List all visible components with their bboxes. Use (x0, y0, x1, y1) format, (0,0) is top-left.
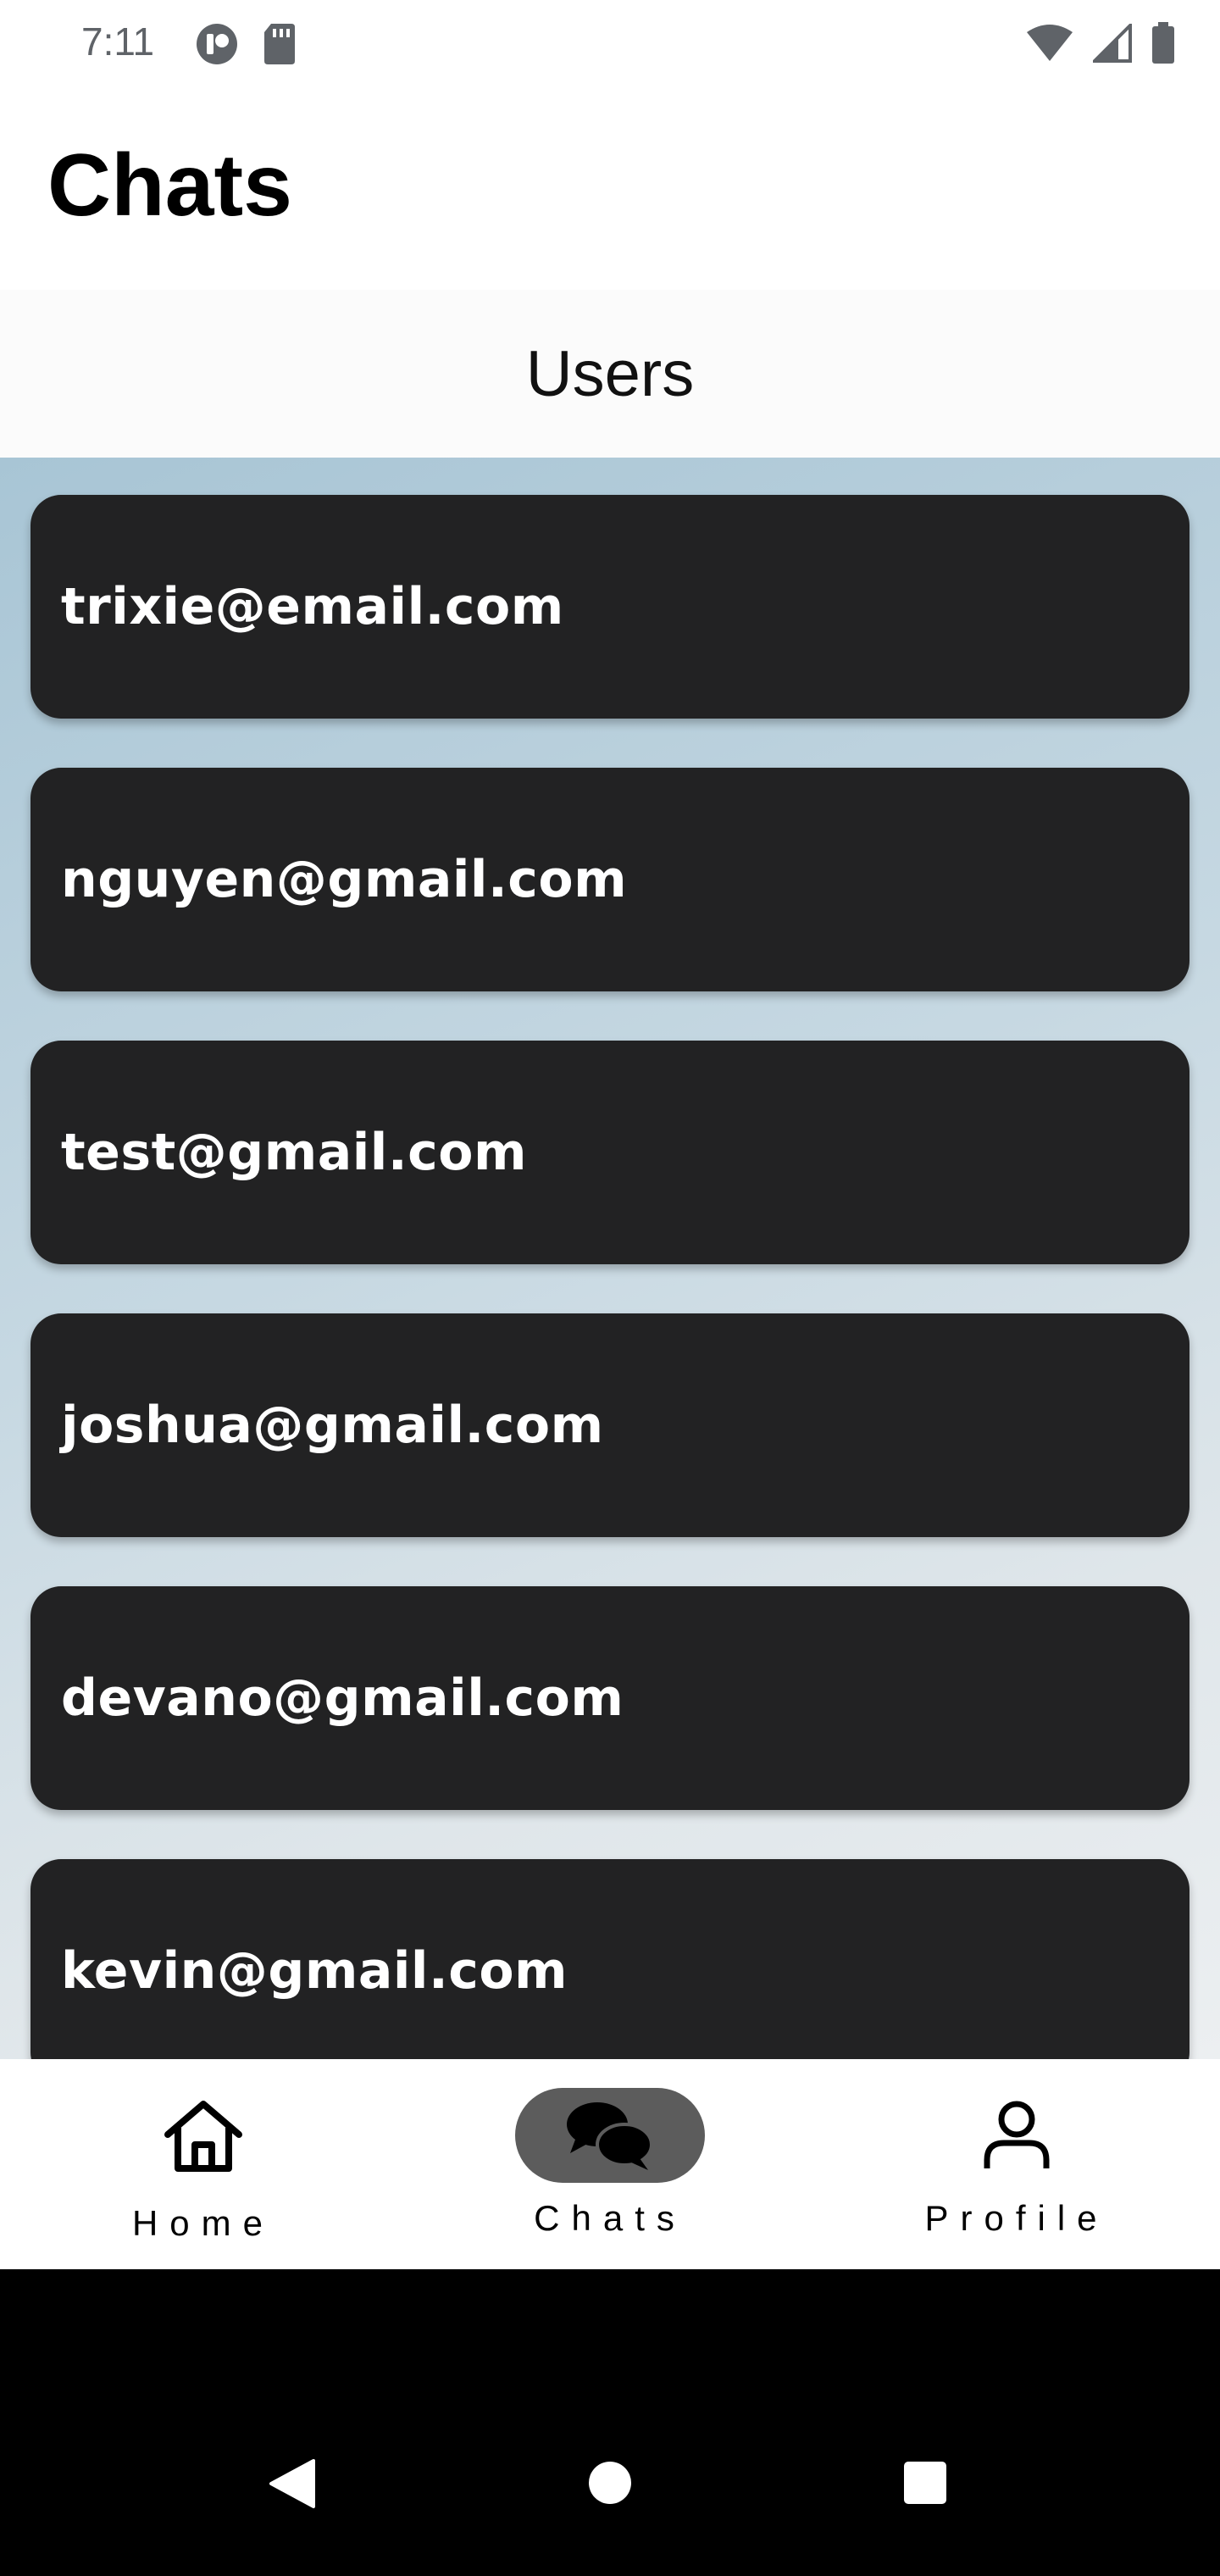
wifi-icon (1027, 25, 1073, 61)
user-email: joshua@gmail.com (61, 1396, 604, 1455)
user-email: kevin@gmail.com (61, 1941, 568, 2001)
users-header-label: Users (525, 337, 695, 410)
users-header: Users (0, 290, 1220, 458)
status-bar: 7:11 (0, 0, 1220, 85)
nav-item-profile[interactable]: Profile (813, 2059, 1220, 2269)
chats-screen: 7:11 Chats Users trixie@email.com nguyen… (0, 0, 1220, 2576)
system-navigation-bar (0, 2269, 1220, 2576)
user-email: trixie@email.com (61, 577, 564, 636)
user-email: nguyen@gmail.com (61, 850, 628, 909)
user-list-item[interactable]: trixie@email.com (30, 495, 1190, 719)
battery-icon (1152, 22, 1174, 64)
app-notification-icon (197, 24, 237, 64)
sd-card-icon (264, 24, 295, 64)
active-indicator (515, 2088, 705, 2183)
page-title: Chats (47, 136, 292, 235)
chat-bubbles-icon (567, 2102, 653, 2170)
status-time: 7:11 (81, 19, 155, 64)
home-icon (164, 2101, 242, 2172)
nav-label-chats: Chats (534, 2198, 686, 2238)
user-email: test@gmail.com (61, 1123, 527, 1182)
nav-label-home: Home (131, 2203, 275, 2243)
nav-item-chats[interactable]: Chats (407, 2059, 813, 2269)
user-list-item[interactable]: devano@gmail.com (30, 1586, 1190, 1810)
user-list-item[interactable]: nguyen@gmail.com (30, 768, 1190, 991)
user-list-item[interactable]: kevin@gmail.com (30, 1859, 1190, 2059)
user-list[interactable]: trixie@email.com nguyen@gmail.com test@g… (0, 458, 1220, 2059)
nav-item-home[interactable]: Home (0, 2059, 407, 2269)
bottom-navigation: Home Chats Profile (0, 2059, 1220, 2269)
nav-label-profile: Profile (924, 2198, 1109, 2238)
back-icon[interactable] (268, 2457, 317, 2510)
user-list-item[interactable]: joshua@gmail.com (30, 1313, 1190, 1537)
user-email: devano@gmail.com (61, 1668, 624, 1728)
person-icon (984, 2101, 1050, 2168)
recents-icon[interactable] (903, 2461, 947, 2505)
user-list-item[interactable]: test@gmail.com (30, 1041, 1190, 1264)
home-button-icon[interactable] (588, 2461, 632, 2505)
signal-icon (1093, 24, 1132, 63)
